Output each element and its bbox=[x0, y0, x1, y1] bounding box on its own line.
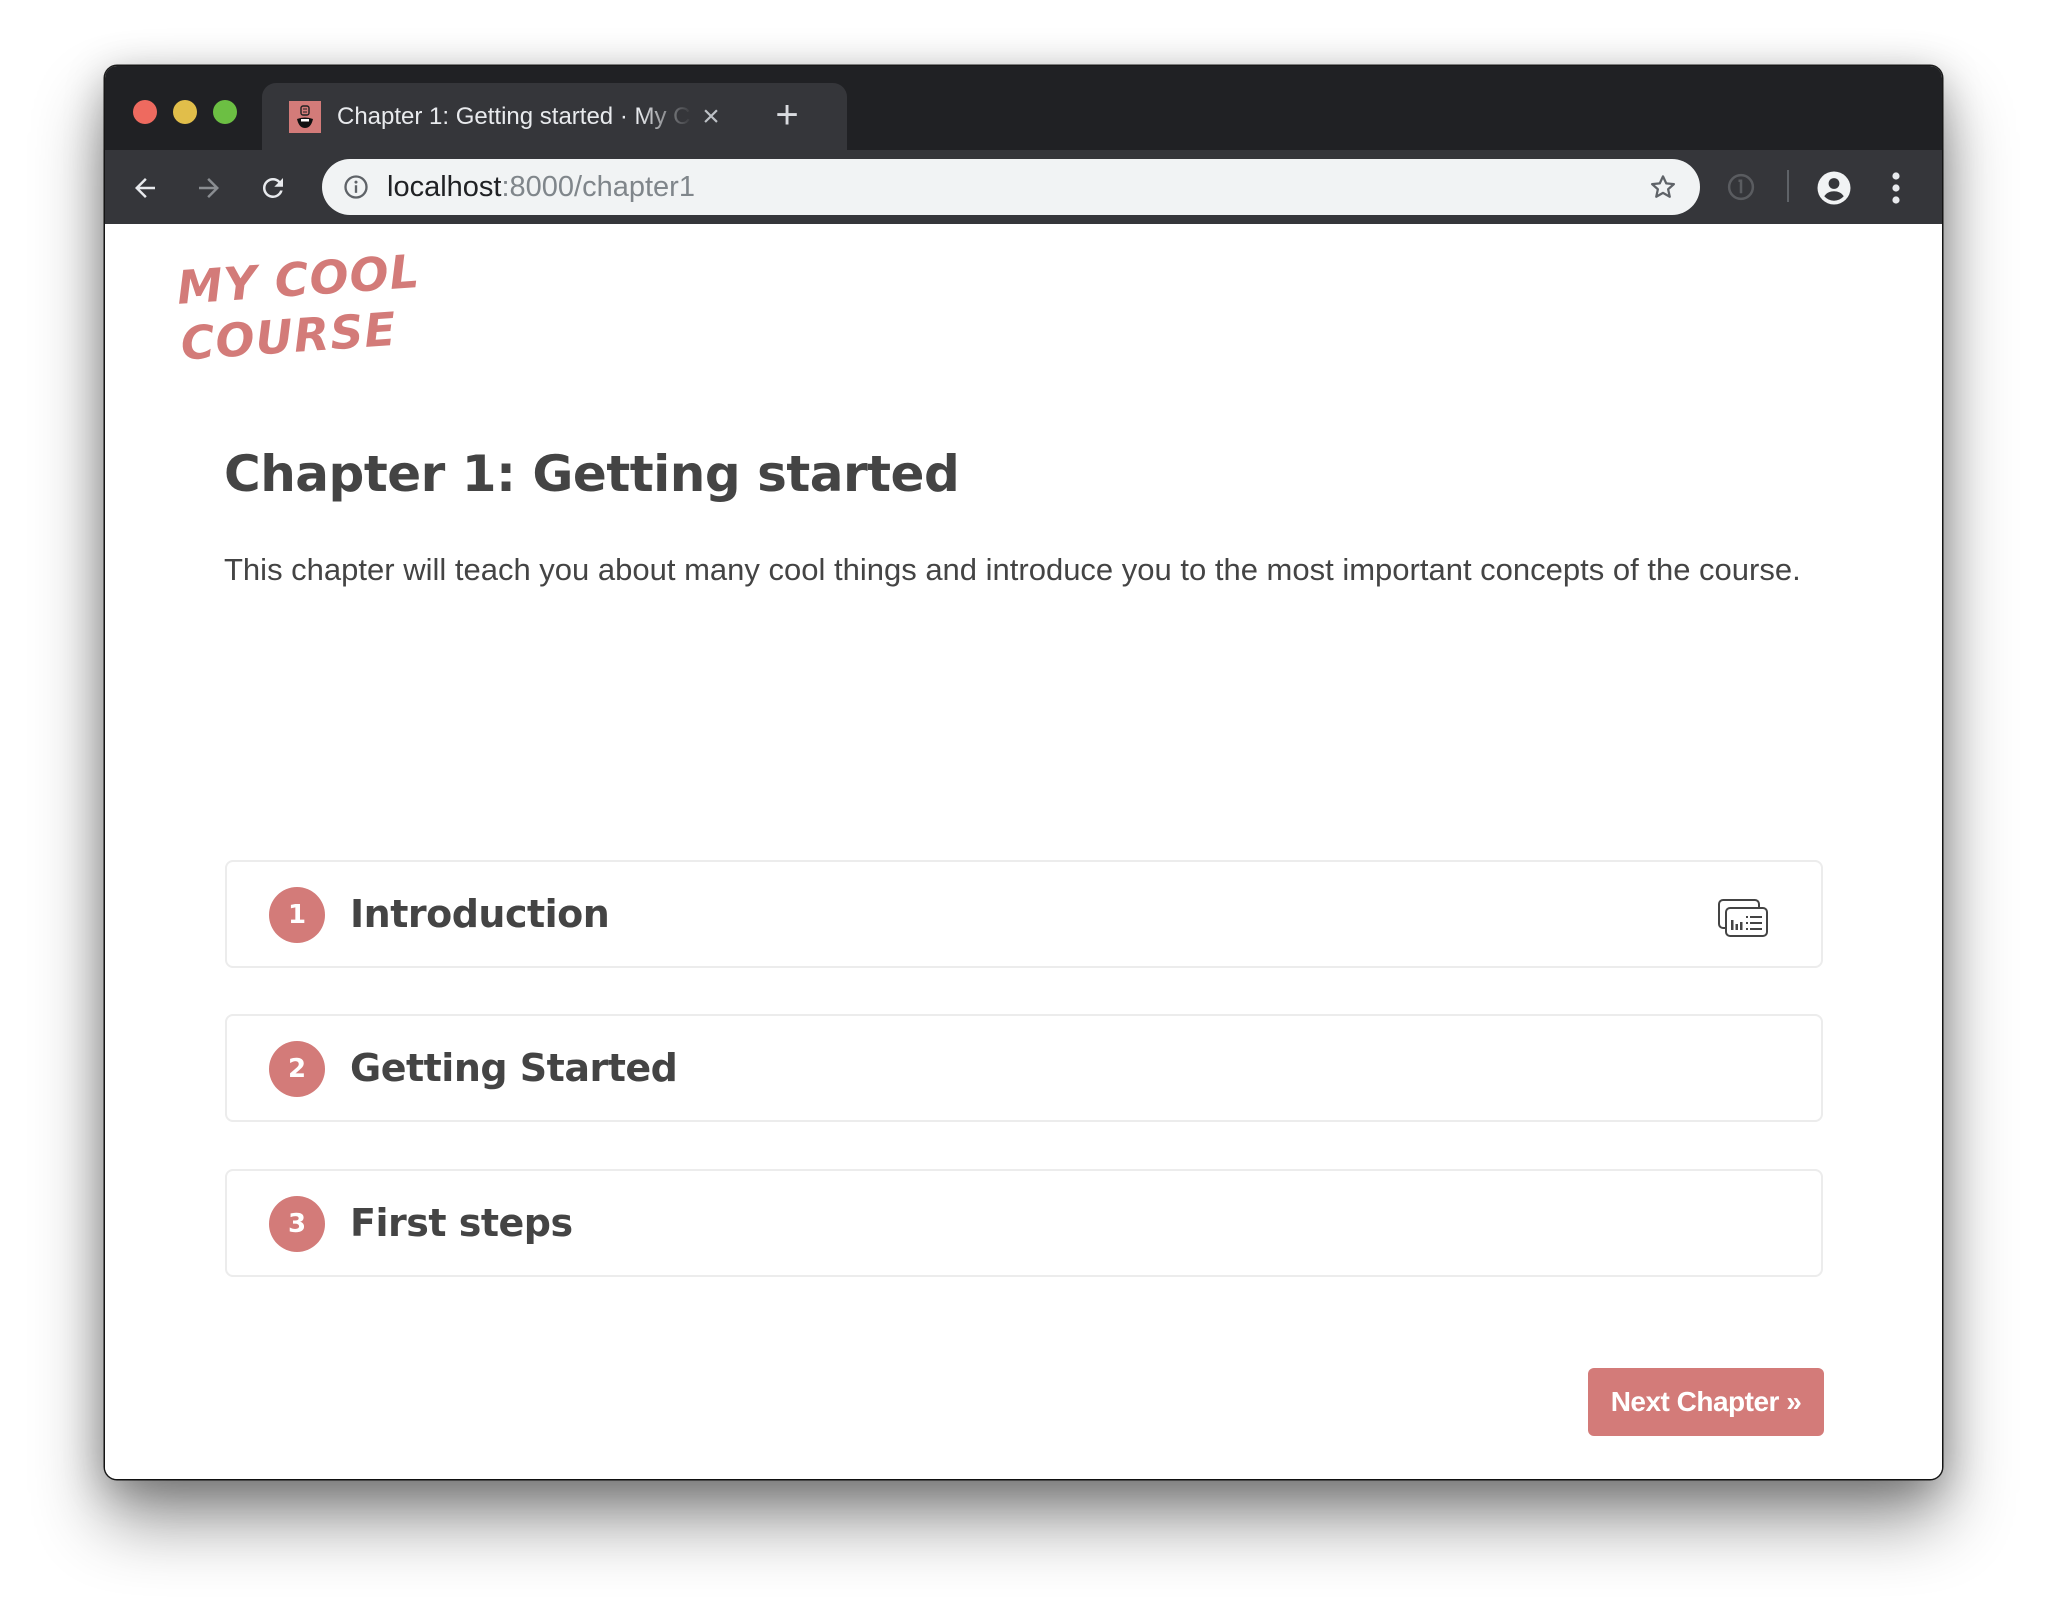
browser-toolbar: localhost:8000/chapter1 bbox=[105, 150, 1942, 224]
new-tab-button[interactable]: + bbox=[769, 95, 805, 135]
back-arrow-icon[interactable] bbox=[125, 168, 165, 208]
slides-icon[interactable] bbox=[1717, 898, 1769, 938]
bookmark-star-icon[interactable] bbox=[1648, 172, 1678, 202]
section-number-badge: 1 bbox=[269, 887, 325, 943]
section-title: Introduction bbox=[350, 892, 610, 936]
page-title: Chapter 1: Getting started bbox=[224, 445, 960, 503]
minimize-window-button[interactable] bbox=[173, 100, 197, 124]
profile-icon[interactable] bbox=[1816, 170, 1852, 206]
next-chapter-button[interactable]: Next Chapter » bbox=[1588, 1368, 1824, 1436]
page-content: MY COOL COURSE Chapter 1: Getting starte… bbox=[105, 224, 1942, 1479]
section-title: Getting Started bbox=[350, 1046, 678, 1090]
section-card-getting-started[interactable]: 2 Getting Started bbox=[225, 1014, 1823, 1122]
url-text[interactable]: localhost:8000/chapter1 bbox=[387, 159, 695, 215]
course-favicon-icon bbox=[289, 101, 321, 133]
browser-window: Chapter 1: Getting started · My Cool Cou… bbox=[105, 66, 1942, 1479]
section-number-badge: 2 bbox=[269, 1041, 325, 1097]
maximize-window-button[interactable] bbox=[213, 100, 237, 124]
tab-close-icon[interactable]: × bbox=[695, 101, 727, 133]
forward-arrow-icon[interactable] bbox=[189, 168, 229, 208]
chapter-description: This chapter will teach you about many c… bbox=[224, 552, 1801, 587]
course-logo[interactable]: MY COOL COURSE bbox=[175, 239, 482, 372]
section-title: First steps bbox=[350, 1201, 573, 1245]
url-path: :8000/chapter1 bbox=[501, 171, 695, 203]
url-host: localhost bbox=[387, 171, 502, 203]
section-card-introduction[interactable]: 1 Introduction bbox=[225, 860, 1823, 968]
section-card-first-steps[interactable]: 3 First steps bbox=[225, 1169, 1823, 1277]
section-number-badge: 3 bbox=[269, 1196, 325, 1252]
site-info-icon[interactable] bbox=[342, 173, 370, 201]
address-bar[interactable]: localhost:8000/chapter1 bbox=[322, 159, 1700, 215]
tab-strip: Chapter 1: Getting started · My Cool Cou… bbox=[105, 66, 1942, 150]
toolbar-separator bbox=[1787, 170, 1789, 202]
extension-icon[interactable] bbox=[1726, 172, 1756, 202]
close-window-button[interactable] bbox=[133, 100, 157, 124]
menu-dots-icon[interactable] bbox=[1890, 170, 1902, 206]
browser-tab-active[interactable]: Chapter 1: Getting started · My Cool Cou… bbox=[262, 83, 847, 150]
tab-title: Chapter 1: Getting started · My Cool Cou… bbox=[337, 103, 692, 130]
reload-icon[interactable] bbox=[253, 168, 293, 208]
